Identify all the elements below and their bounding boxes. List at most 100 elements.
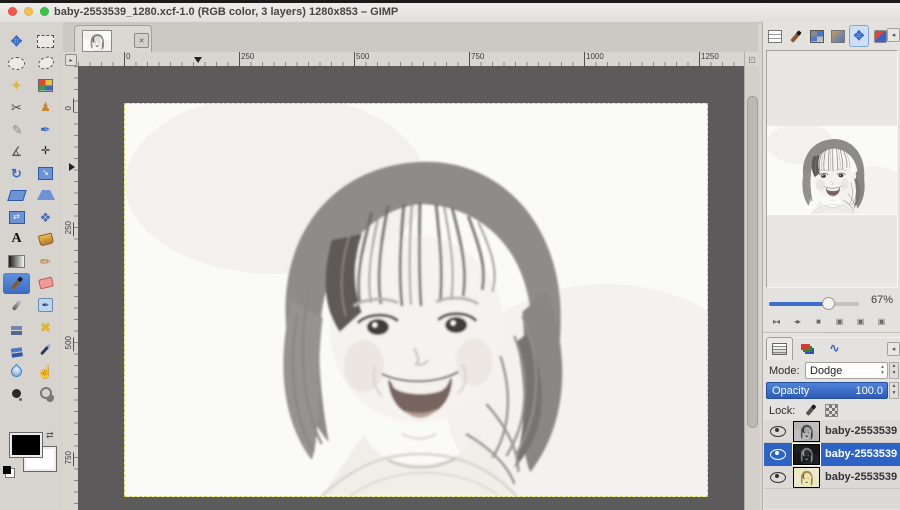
mode-combo-spinner[interactable]: ▲ ▼ xyxy=(880,364,885,376)
mode-spinner[interactable]: ▲ ▼ xyxy=(889,362,899,379)
channels-icon xyxy=(801,343,810,350)
dock-menu-button[interactable]: ◂ xyxy=(887,28,900,42)
fuzzy-select-tool-button[interactable]: ✦ xyxy=(3,75,30,96)
maximize-button[interactable] xyxy=(40,7,49,16)
foreground-color-swatch[interactable] xyxy=(10,433,42,457)
select-by-color-tool-button[interactable] xyxy=(32,75,59,96)
canvas-image[interactable] xyxy=(124,103,708,497)
zoom-out-button[interactable]: ▸◂ xyxy=(767,314,785,329)
layer-row[interactable]: baby-2553539 xyxy=(764,420,900,443)
move-tool-button[interactable]: ✥ xyxy=(3,31,30,52)
visibility-eye-icon[interactable] xyxy=(770,471,786,483)
heal-tool-button[interactable]: ✖ xyxy=(32,317,59,338)
move-icon: ✥ xyxy=(10,33,23,49)
lock-alpha-icon[interactable] xyxy=(825,404,838,417)
zoom-fill-window-button[interactable]: ▣ xyxy=(851,314,869,329)
layer-name: baby-2553539 xyxy=(825,425,898,437)
horizontal-ruler[interactable]: 0 250 500 750 1000 1250 xyxy=(78,52,744,67)
bucket-fill-tool-button[interactable] xyxy=(32,229,59,250)
dock-tab-brushes[interactable] xyxy=(786,25,806,47)
paths-tool-button[interactable]: ✒ xyxy=(32,119,59,140)
zoom-tool-button[interactable] xyxy=(32,383,59,404)
colors-icon xyxy=(873,29,887,43)
image-tab-thumbnail xyxy=(82,30,112,52)
mode-dropdown[interactable]: Dodge ▲ ▼ xyxy=(805,362,888,379)
dodge-burn-icon xyxy=(12,388,21,398)
zoom-fit-image-button[interactable]: ▣ xyxy=(830,314,848,329)
zoom-slider[interactable] xyxy=(769,297,859,310)
measure-tool-button[interactable]: ∡ xyxy=(3,141,30,162)
tab-layers[interactable] xyxy=(766,337,793,360)
navigation-thumbnail[interactable] xyxy=(767,126,897,215)
h-ruler-label: 750 xyxy=(468,52,485,66)
scissors-select-tool-button[interactable]: ✂ xyxy=(3,97,30,118)
blur-tool-button[interactable] xyxy=(3,361,30,382)
airbrush-tool-button[interactable] xyxy=(3,295,30,316)
canvas-viewport[interactable] xyxy=(78,66,744,510)
rotate-tool-button[interactable]: ↻ xyxy=(3,163,30,184)
paintbrush-tool-button[interactable] xyxy=(3,272,30,294)
dock-tab-tool-options[interactable] xyxy=(765,25,785,47)
opacity-slider[interactable]: Opacity 100.0 xyxy=(766,382,888,399)
free-select-tool-button[interactable] xyxy=(32,53,59,74)
dodge-burn-tool-button[interactable] xyxy=(3,383,30,404)
image-tab[interactable]: ✕ xyxy=(74,25,152,53)
perspective-clone-tool-button[interactable] xyxy=(3,339,30,360)
perspective-clone-icon xyxy=(10,347,23,353)
perspective-tool-button[interactable] xyxy=(32,185,59,206)
cage-transform-tool-button[interactable]: ❖ xyxy=(32,207,59,228)
tab-paths[interactable]: ∿ xyxy=(822,337,847,359)
dock-tab-navigation[interactable]: ✥ xyxy=(849,25,869,47)
foreground-select-tool-button[interactable]: ♟ xyxy=(32,97,59,118)
zoom-slider-handle[interactable] xyxy=(822,297,835,310)
dock-tab-patterns[interactable] xyxy=(807,25,827,47)
ellipse-select-tool-button[interactable] xyxy=(3,53,30,74)
opacity-spinner[interactable]: ▲ ▼ xyxy=(889,382,899,399)
v-ruler-label: 750 xyxy=(64,451,73,465)
vertical-scrollbar-thumb[interactable] xyxy=(747,96,758,428)
color-picker-tool-button[interactable] xyxy=(32,339,59,360)
titlebar[interactable]: baby-2553539_1280.xcf-1.0 (RGB color, 3 … xyxy=(0,3,900,23)
vertical-ruler[interactable]: 0 250 500 750 xyxy=(63,66,79,510)
layer-row[interactable]: baby-2553539 xyxy=(764,466,900,489)
shrink-wrap-button[interactable]: ▣ xyxy=(872,314,890,329)
visibility-eye-icon[interactable] xyxy=(770,425,786,437)
shear-tool-button[interactable] xyxy=(3,185,30,206)
lock-paint-icon[interactable] xyxy=(805,404,817,416)
v-ruler-label: 250 xyxy=(64,221,73,235)
tab-channels[interactable] xyxy=(795,337,820,359)
visibility-eye-icon[interactable] xyxy=(770,448,786,460)
navigation-icon: ✥ xyxy=(853,28,865,43)
gradient-tool-button[interactable] xyxy=(3,251,30,272)
default-colors-icon[interactable] xyxy=(3,466,11,474)
layer-row[interactable]: baby-2553539 xyxy=(764,442,900,466)
flip-icon: ⇄ xyxy=(8,210,25,224)
align-tool-button[interactable]: ✛ xyxy=(32,141,59,162)
scale-tool-button[interactable]: ↘ xyxy=(32,163,59,184)
zoom-1-1-button[interactable]: ■ xyxy=(809,314,827,329)
zoom-in-button[interactable]: ◂▸ xyxy=(788,314,806,329)
clone-tool-button[interactable] xyxy=(3,317,30,338)
vertical-scrollbar[interactable] xyxy=(744,66,759,510)
layer-mode-row: Mode: Dodge ▲ ▼ ▲ ▼ xyxy=(763,362,900,380)
dock-tabs: ✥ xyxy=(765,25,890,47)
layers-menu-button[interactable]: ◂ xyxy=(887,342,900,356)
swap-colors-icon[interactable]: ⇄ xyxy=(46,430,54,441)
text-tool-button[interactable]: A xyxy=(3,229,30,250)
pencil-tool-button[interactable]: ✏ xyxy=(32,251,59,272)
close-button[interactable] xyxy=(8,7,17,16)
eraser-tool-button[interactable] xyxy=(32,273,59,294)
dock-tab-gradients[interactable] xyxy=(828,25,848,47)
zoom-follow-window-toggle[interactable]: ◰ xyxy=(744,52,759,67)
minimize-button[interactable] xyxy=(24,7,33,16)
toolbox-grid: ✥ ✦ ✂ ♟ ✐ ✒ ∡ ✛ ↻ ↘ ⇄ ❖ A ✏ ✒ ✖ ☝ xyxy=(2,30,60,404)
canvas-menu-button[interactable]: ▸ xyxy=(65,54,77,66)
ink-tool-button[interactable]: ✒ xyxy=(32,295,59,316)
smudge-tool-button[interactable]: ☝ xyxy=(32,361,59,382)
flip-tool-button[interactable]: ⇄ xyxy=(3,207,30,228)
rectangle-select-tool-button[interactable] xyxy=(32,31,59,52)
close-tab-icon[interactable]: ✕ xyxy=(134,33,149,48)
crop-tool-button[interactable]: ✐ xyxy=(3,119,30,140)
h-ruler-label: 1000 xyxy=(584,52,604,66)
navigation-preview[interactable] xyxy=(766,50,898,288)
